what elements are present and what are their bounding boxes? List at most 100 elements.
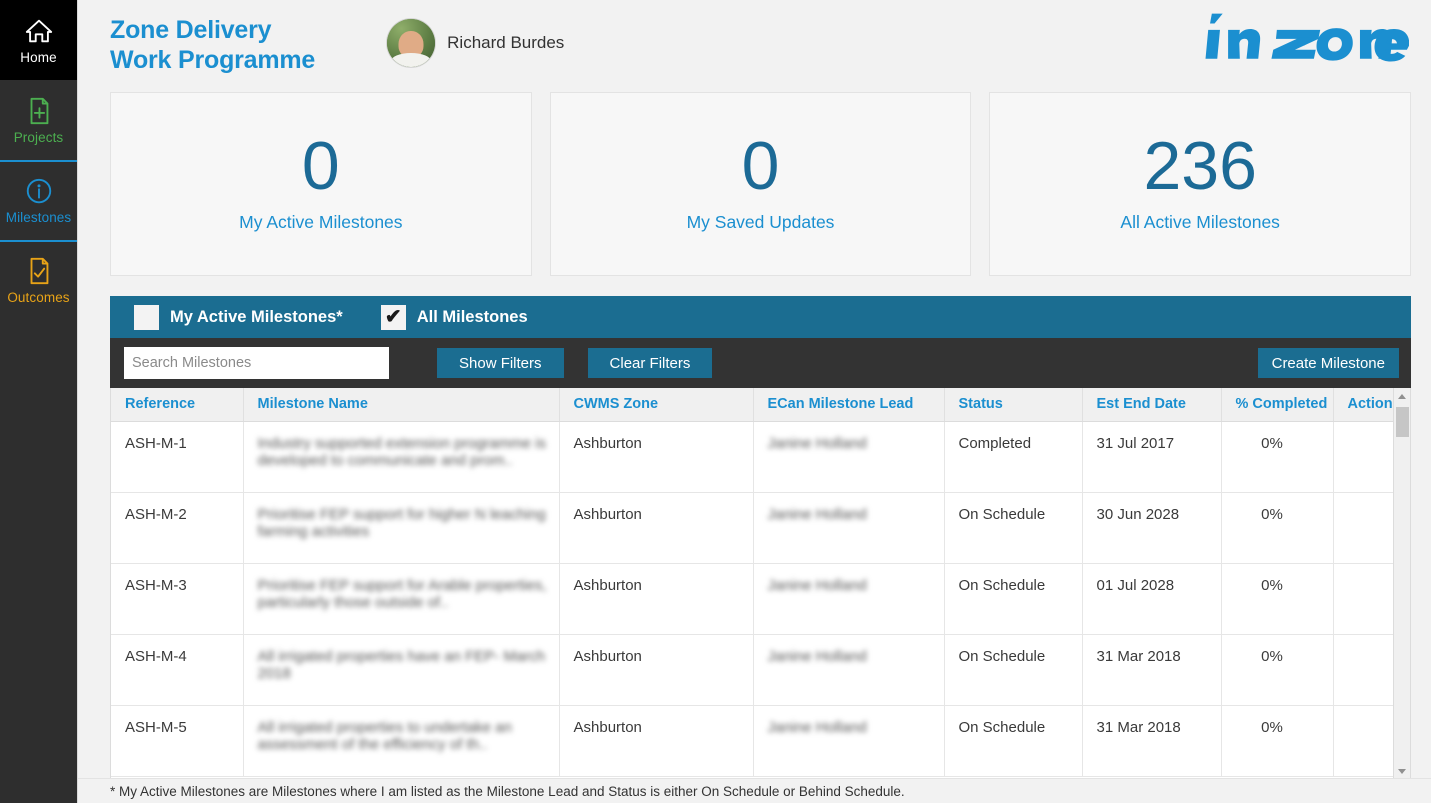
cell-percent-completed: 0% bbox=[1221, 492, 1334, 564]
stat-card-my-active-milestones[interactable]: 0 My Active Milestones bbox=[110, 92, 532, 276]
page-title: Zone Delivery Work Programme bbox=[110, 15, 315, 75]
stat-label: All Active Milestones bbox=[1120, 211, 1280, 232]
cell-ecan-lead: Janine Holland bbox=[753, 421, 945, 493]
column-header-cwms-zone[interactable]: CWMS Zone bbox=[559, 388, 754, 422]
sidebar-item-label-home: Home bbox=[20, 49, 57, 65]
cell-reference: ASH-M-1 bbox=[111, 421, 244, 493]
cell-reference: ASH-M-5 bbox=[111, 705, 244, 777]
checkbox-my-active-milestones[interactable]: My Active Milestones* bbox=[134, 304, 343, 330]
cell-percent-completed: 0% bbox=[1221, 634, 1334, 706]
milestones-table: Reference Milestone Name CWMS Zone ECan … bbox=[111, 388, 1410, 777]
clear-filters-button[interactable]: Clear Filters bbox=[587, 348, 713, 378]
scrollbar-thumb[interactable] bbox=[1395, 407, 1409, 437]
sidebar-item-home[interactable]: Home bbox=[0, 0, 77, 80]
checkbox-box-all[interactable]: ✔ bbox=[380, 304, 406, 330]
sidebar-item-outcomes[interactable]: Outcomes bbox=[0, 240, 77, 320]
column-header-reference[interactable]: Reference bbox=[111, 388, 244, 422]
scroll-up-arrow-icon[interactable] bbox=[1394, 388, 1411, 405]
sidebar-item-label-outcomes: Outcomes bbox=[7, 289, 70, 305]
table-row[interactable]: ASH-M-1 Industry supported extension prog… bbox=[111, 421, 1410, 493]
avatar bbox=[387, 19, 436, 67]
checkbox-label-my-active: My Active Milestones* bbox=[170, 307, 343, 326]
page-title-line1: Zone Delivery bbox=[110, 16, 272, 44]
user-block[interactable]: Richard Burdes bbox=[387, 19, 564, 67]
table-row[interactable]: ASH-M-4 All irrigated properties have an … bbox=[111, 634, 1410, 706]
table-header: Reference Milestone Name CWMS Zone ECan … bbox=[111, 388, 1410, 422]
cell-ecan-lead-text: Janine Holland bbox=[767, 435, 867, 452]
column-header-milestone-name[interactable]: Milestone Name bbox=[243, 388, 560, 422]
cell-milestone-name-text: Industry supported extension programme i… bbox=[257, 435, 546, 469]
stat-value: 0 bbox=[301, 127, 340, 204]
stat-card-my-saved-updates[interactable]: 0 My Saved Updates bbox=[549, 92, 972, 276]
main-content: Zone Delivery Work Programme Richard Bur… bbox=[78, 0, 1431, 803]
document-plus-icon bbox=[30, 97, 48, 124]
user-name: Richard Burdes bbox=[447, 33, 565, 52]
stat-value: 0 bbox=[741, 127, 780, 204]
cell-ecan-lead-text: Janine Holland bbox=[767, 577, 867, 594]
sidebar-item-milestones[interactable]: Milestones bbox=[0, 160, 77, 240]
table-row[interactable]: ASH-M-2 Prioritise FEP support for higher… bbox=[111, 492, 1410, 564]
cell-status: On Schedule bbox=[944, 492, 1083, 564]
stat-label: My Active Milestones bbox=[239, 211, 403, 232]
checkbox-box-my-active[interactable] bbox=[134, 304, 159, 330]
cell-est-end-date: 01 Jul 2028 bbox=[1082, 563, 1222, 635]
cell-ecan-lead-text: Janine Holland bbox=[767, 719, 867, 736]
cell-milestone-name: Industry supported extension programme i… bbox=[243, 421, 560, 493]
sidebar: Home Projects Milestones Outcomes bbox=[0, 0, 78, 803]
filter-checkbox-bar: My Active Milestones* ✔ All Milestones bbox=[110, 296, 1411, 338]
cell-milestone-name-text: All irrigated properties to undertake an… bbox=[257, 719, 512, 753]
show-filters-button[interactable]: Show Filters bbox=[437, 348, 564, 378]
cell-est-end-date: 30 Jun 2028 bbox=[1082, 492, 1222, 564]
cell-percent-completed: 0% bbox=[1221, 563, 1334, 635]
cell-ecan-lead-text: Janine Holland bbox=[767, 506, 867, 523]
footnote: * My Active Milestones are Milestones wh… bbox=[78, 778, 1431, 803]
table-vertical-scrollbar[interactable] bbox=[1393, 388, 1410, 780]
cell-cwms-zone: Ashburton bbox=[559, 705, 754, 777]
page-header: Zone Delivery Work Programme Richard Bur… bbox=[78, 0, 1431, 92]
cell-milestone-name-text: Prioritise FEP support for Arable proper… bbox=[257, 577, 547, 611]
table-body: ASH-M-1 Industry supported extension prog… bbox=[111, 421, 1410, 777]
cell-percent-completed: 0% bbox=[1221, 421, 1334, 493]
cell-est-end-date: 31 Jul 2017 bbox=[1082, 421, 1222, 493]
cell-percent-completed: 0% bbox=[1221, 705, 1334, 777]
scrollbar-track[interactable] bbox=[1394, 437, 1410, 763]
table-row[interactable]: ASH-M-5 All irrigated properties to under… bbox=[111, 705, 1410, 777]
cell-est-end-date: 31 Mar 2018 bbox=[1082, 634, 1222, 706]
app-root: Home Projects Milestones Outcomes Zone D… bbox=[0, 0, 1431, 803]
column-header-est-end-date[interactable]: Est End Date bbox=[1082, 388, 1222, 422]
stat-cards: 0 My Active Milestones 0 My Saved Update… bbox=[78, 92, 1431, 276]
column-header-percent-completed[interactable]: % Completed bbox=[1221, 388, 1334, 422]
column-header-ecan-lead[interactable]: ECan Milestone Lead bbox=[753, 388, 945, 422]
inzone-logo bbox=[1205, 13, 1409, 62]
info-circle-icon bbox=[26, 178, 51, 203]
table-row[interactable]: ASH-M-3 Prioritise FEP support for Arable… bbox=[111, 563, 1410, 635]
sidebar-item-label-projects: Projects bbox=[13, 129, 64, 145]
cell-status: On Schedule bbox=[944, 705, 1083, 777]
cell-est-end-date: 31 Mar 2018 bbox=[1082, 705, 1222, 777]
cell-ecan-lead: Janine Holland bbox=[753, 634, 945, 706]
cell-cwms-zone: Ashburton bbox=[559, 563, 754, 635]
stat-label: My Saved Updates bbox=[686, 211, 835, 232]
create-milestone-button[interactable]: Create Milestone bbox=[1257, 348, 1399, 378]
search-input[interactable] bbox=[124, 347, 389, 379]
cell-ecan-lead: Janine Holland bbox=[753, 492, 945, 564]
milestones-table-container: Reference Milestone Name CWMS Zone ECan … bbox=[110, 388, 1411, 781]
cell-cwms-zone: Ashburton bbox=[559, 421, 754, 493]
home-icon bbox=[25, 19, 52, 42]
cell-status: On Schedule bbox=[944, 563, 1083, 635]
document-check-icon bbox=[30, 257, 48, 284]
milestones-panel: My Active Milestones* ✔ All Milestones S… bbox=[110, 296, 1411, 781]
checkbox-all-milestones[interactable]: ✔ All Milestones bbox=[380, 304, 528, 330]
cell-milestone-name-text: Prioritise FEP support for higher N leac… bbox=[257, 506, 546, 540]
stat-value: 236 bbox=[1143, 127, 1257, 204]
sidebar-item-projects[interactable]: Projects bbox=[0, 80, 77, 160]
stat-card-all-active-milestones[interactable]: 236 All Active Milestones bbox=[989, 92, 1412, 276]
cell-reference: ASH-M-3 bbox=[111, 563, 244, 635]
filter-action-bar: Show Filters Clear Filters Create Milest… bbox=[110, 338, 1411, 388]
column-header-status[interactable]: Status bbox=[944, 388, 1083, 422]
cell-ecan-lead: Janine Holland bbox=[753, 563, 945, 635]
cell-status: Completed bbox=[944, 421, 1083, 493]
cell-ecan-lead: Janine Holland bbox=[753, 705, 945, 777]
cell-milestone-name: Prioritise FEP support for higher N leac… bbox=[243, 492, 560, 564]
cell-milestone-name: All irrigated properties to undertake an… bbox=[243, 705, 560, 777]
